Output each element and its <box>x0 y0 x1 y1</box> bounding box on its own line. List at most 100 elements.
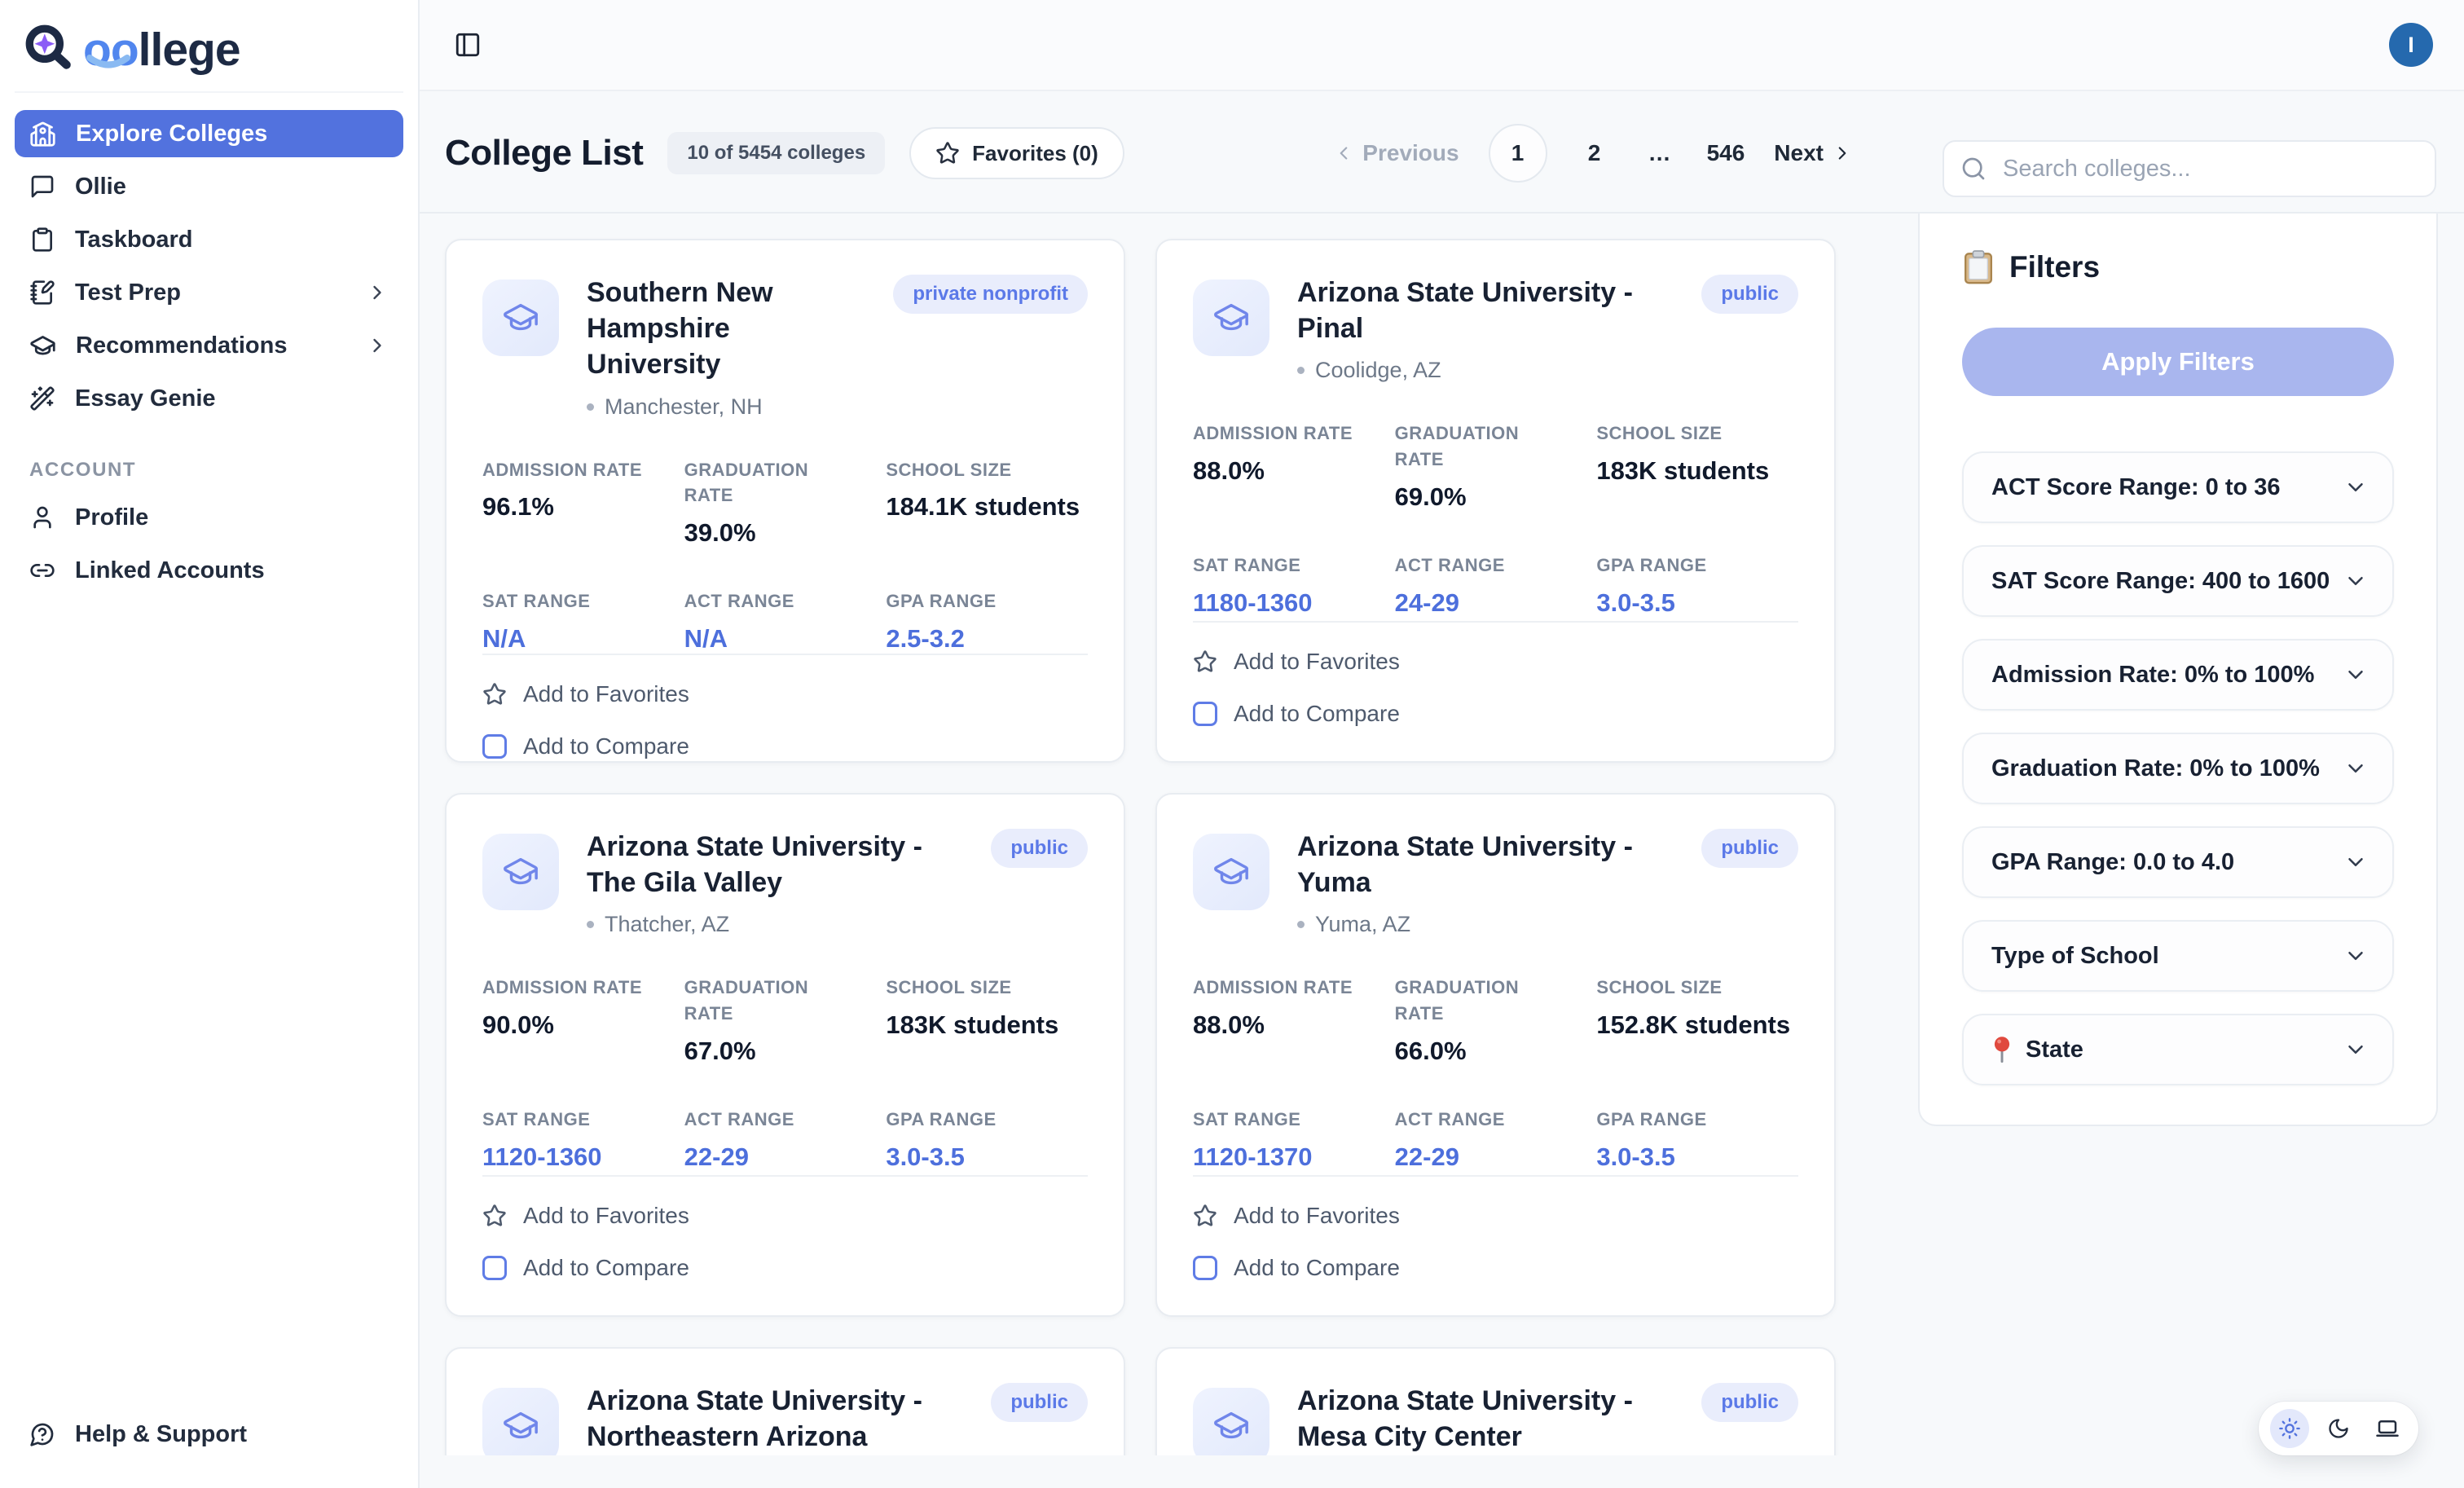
act-range-label: ACT RANGE <box>1395 552 1562 579</box>
add-to-favorites-button[interactable]: Add to Favorites <box>482 681 1088 707</box>
filter-label: ACT Score Range: 0 to 36 <box>1991 474 2281 501</box>
chevron-down-icon <box>2343 663 2368 687</box>
add-to-compare-row[interactable]: Add to Compare <box>1193 1255 1798 1281</box>
add-to-favorites-button[interactable]: Add to Favorites <box>482 1203 1088 1229</box>
gpa-range-label: GPA RANGE <box>886 588 1053 614</box>
compare-checkbox[interactable] <box>482 734 507 759</box>
sidebar-item-taskboard[interactable]: Taskboard <box>15 216 403 263</box>
filter-dropdown-gpa-range-0-0-to-4-0[interactable]: GPA Range: 0.0 to 4.0 <box>1962 826 2394 898</box>
location-bullet <box>587 403 594 411</box>
add-to-favorites-button[interactable]: Add to Favorites <box>1193 649 1798 675</box>
add-to-compare-row[interactable]: Add to Compare <box>482 733 1088 759</box>
college-location: Coolidge, AZ <box>1315 358 1441 383</box>
act-range-label: ACT RANGE <box>684 1107 851 1133</box>
school-size-value: 184.1K students <box>886 492 1088 522</box>
chevron-down-icon <box>2343 944 2368 968</box>
user-icon <box>29 504 55 530</box>
school-type-badge: public <box>1701 275 1798 314</box>
apply-filters-button[interactable]: Apply Filters <box>1962 328 2394 396</box>
add-to-favorites-button[interactable]: Add to Favorites <box>1193 1203 1798 1229</box>
compare-checkbox[interactable] <box>1193 1256 1217 1280</box>
add-to-compare-label: Add to Compare <box>1234 701 1400 727</box>
school-size-value: 183K students <box>886 1010 1088 1040</box>
sidebar-toggle-icon[interactable] <box>454 31 482 59</box>
card-divider <box>1193 1175 1798 1177</box>
college-name: Arizona State University - Northeastern … <box>587 1383 963 1455</box>
sidebar-item-explore-colleges[interactable]: Explore Colleges <box>15 110 403 157</box>
page-number-button[interactable]: 1 <box>1489 124 1547 183</box>
college-location-row: Coolidge, AZ <box>1297 358 1674 383</box>
topbar: I <box>420 0 2464 91</box>
pagination: Previous 1 2 … 546 Next <box>1333 124 1853 183</box>
sidebar-item-linked-accounts[interactable]: Linked Accounts <box>15 547 403 594</box>
chevron-left-icon <box>1333 143 1354 164</box>
dark-theme-moon-icon[interactable] <box>2319 1409 2358 1448</box>
add-to-compare-row[interactable]: Add to Compare <box>482 1255 1088 1281</box>
page-number-button[interactable]: 546 <box>1707 124 1745 183</box>
act-range-value: 22-29 <box>1395 1142 1597 1172</box>
college-location-row: Thatcher, AZ <box>587 912 963 937</box>
add-to-compare-row[interactable]: Add to Compare <box>1193 701 1798 727</box>
filter-dropdown-graduation-rate-0-to-100[interactable]: Graduation Rate: 0% to 100% <box>1962 733 2394 804</box>
college-card: Arizona State University - The Gila Vall… <box>445 793 1125 1317</box>
sidebar-item-essay-genie[interactable]: Essay Genie <box>15 375 403 422</box>
add-to-compare-label: Add to Compare <box>523 1255 689 1281</box>
pin-icon <box>1991 1036 2013 1063</box>
admission-rate-label: ADMISSION RATE <box>1193 975 1360 1001</box>
search-input[interactable] <box>1943 140 2436 197</box>
page-number-button[interactable]: 2 <box>1577 124 1613 183</box>
college-card-grid: Southern New Hampshire University Manche… <box>420 214 1918 1455</box>
graduation-cap-icon <box>29 332 56 359</box>
admission-rate-value: 90.0% <box>482 1010 684 1040</box>
filter-dropdown-state[interactable]: State <box>1962 1014 2394 1085</box>
filters-card: Filters Apply Filters ACT Score Range: 0… <box>1918 214 2438 1126</box>
sidebar-item-help-support[interactable]: Help & Support <box>15 1411 403 1458</box>
card-divider <box>1193 621 1798 623</box>
chevron-down-icon <box>2343 1037 2368 1062</box>
filter-dropdown-type-of-school[interactable]: Type of School <box>1962 920 2394 992</box>
graduation-cap-icon <box>482 834 559 910</box>
add-to-favorites-label: Add to Favorites <box>523 1203 689 1229</box>
college-card: Arizona State University - Northeastern … <box>445 1347 1125 1455</box>
star-icon <box>482 682 507 707</box>
search-icon <box>1960 156 1987 182</box>
college-name: Arizona State University - The Gila Vall… <box>587 829 963 900</box>
graduation-rate-value: 69.0% <box>1395 482 1597 512</box>
college-card: Southern New Hampshire University Manche… <box>445 239 1125 763</box>
sat-range-label: SAT RANGE <box>1193 552 1360 579</box>
favorites-button[interactable]: Favorites (0) <box>909 127 1124 179</box>
page-number-button[interactable]: … <box>1642 124 1678 183</box>
user-avatar[interactable]: I <box>2389 23 2433 67</box>
system-theme-laptop-icon[interactable] <box>2368 1409 2407 1448</box>
sidebar-item-recommendations[interactable]: Recommendations <box>15 322 403 369</box>
filter-dropdown-admission-rate-0-to-100[interactable]: Admission Rate: 0% to 100% <box>1962 639 2394 711</box>
filter-dropdown-act-score-range-0-to-36[interactable]: ACT Score Range: 0 to 36 <box>1962 451 2394 523</box>
next-page-button[interactable]: Next <box>1774 140 1853 166</box>
compare-checkbox[interactable] <box>482 1256 507 1280</box>
compare-checkbox[interactable] <box>1193 702 1217 726</box>
list-header: College List 10 of 5454 colleges Favorit… <box>420 91 1918 214</box>
gpa-range-label: GPA RANGE <box>1596 552 1763 579</box>
sat-range-label: SAT RANGE <box>482 1107 649 1133</box>
filter-label: State <box>2026 1037 2083 1063</box>
graduation-rate-label: GRADUATION RATE <box>1395 420 1562 473</box>
app-logo: oo llege <box>15 13 403 93</box>
sidebar-item-label: Recommendations <box>76 332 287 359</box>
sidebar-nav: Explore Colleges Ollie Taskboard Test Pr… <box>15 104 403 428</box>
sidebar-item-test-prep[interactable]: Test Prep <box>15 269 403 316</box>
sidebar-item-label: Linked Accounts <box>75 557 265 584</box>
school-size-label: SCHOOL SIZE <box>886 457 1053 483</box>
sidebar-item-profile[interactable]: Profile <box>15 494 403 541</box>
college-location: Yuma, AZ <box>1315 912 1410 937</box>
sat-range-value: 1180-1360 <box>1193 588 1395 618</box>
sidebar-item-ollie[interactable]: Ollie <box>15 163 403 210</box>
gpa-range-value: 3.0-3.5 <box>1596 1142 1798 1172</box>
star-icon <box>482 1204 507 1228</box>
chevron-down-icon <box>2343 756 2368 781</box>
school-size-label: SCHOOL SIZE <box>886 975 1053 1001</box>
sidebar-item-label: Taskboard <box>75 227 193 253</box>
filter-label: SAT Score Range: 400 to 1600 <box>1991 568 2330 595</box>
light-theme-sun-icon[interactable] <box>2270 1409 2309 1448</box>
previous-page-button[interactable]: Previous <box>1333 140 1459 166</box>
filter-dropdown-sat-score-range-400-to-1600[interactable]: SAT Score Range: 400 to 1600 <box>1962 545 2394 617</box>
